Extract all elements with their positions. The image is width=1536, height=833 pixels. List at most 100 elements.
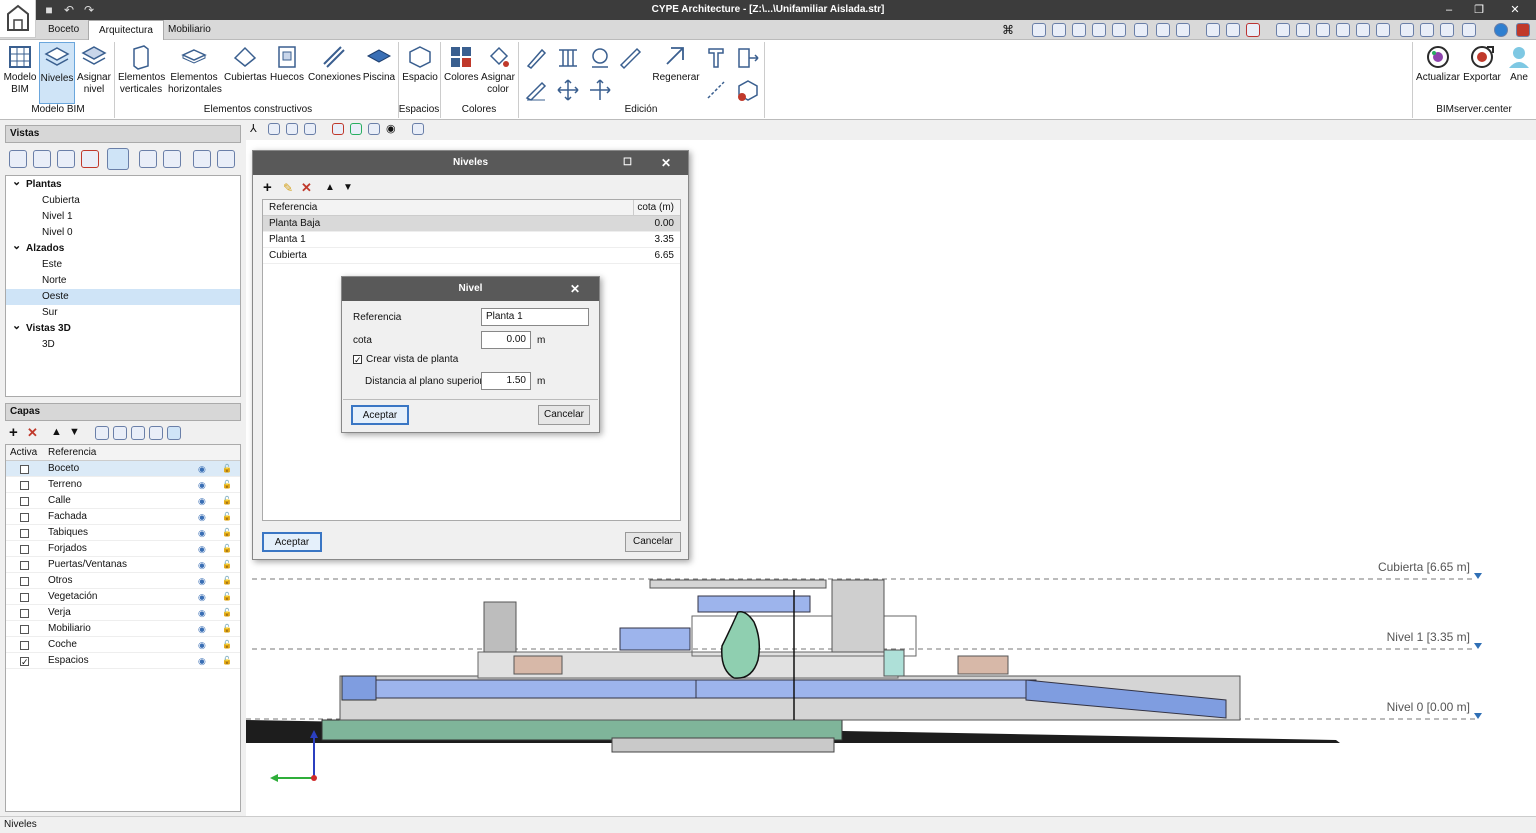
eye-icon[interactable]: ◉ [198, 509, 206, 525]
lock-icon[interactable]: 🔓 [222, 541, 232, 557]
tree-item[interactable]: Sur [6, 305, 240, 321]
asignar-color-button[interactable]: Asignar color [480, 42, 516, 104]
eye-icon[interactable]: ◉ [198, 653, 206, 669]
layer-row[interactable]: Puertas/Ventanas ◉ 🔓 [6, 557, 240, 573]
snap-icon[interactable] [1226, 23, 1240, 37]
lock-icon[interactable]: 🔓 [222, 573, 232, 589]
layer-row[interactable]: Verja ◉ 🔓 [6, 605, 240, 621]
nivel-cancelar-button[interactable]: Cancelar [538, 405, 590, 425]
layer-active-checkbox[interactable] [20, 561, 29, 570]
close-button[interactable]: ✕ [1500, 2, 1530, 18]
layer-active-checkbox[interactable] [20, 497, 29, 506]
lock-icon[interactable]: 🔓 [222, 621, 232, 637]
tree-item[interactable]: Este [6, 257, 240, 273]
table-grid-icon[interactable] [1296, 23, 1310, 37]
column-icon[interactable] [704, 46, 728, 70]
edit-level-icon[interactable]: ✎ [283, 181, 293, 195]
ruler-edit-icon[interactable] [618, 46, 642, 70]
keyboard-icon[interactable] [1336, 23, 1350, 37]
move-up-icon[interactable]: ▲ [51, 426, 62, 438]
level-row[interactable]: Planta 1 3.35 [263, 232, 680, 248]
lock-icon[interactable]: 🔓 [222, 461, 232, 477]
move-icon[interactable] [1156, 23, 1170, 37]
layer-filter-icon[interactable] [149, 426, 163, 440]
mirror-icon[interactable] [524, 78, 548, 102]
add-layer-icon[interactable]: + [9, 424, 18, 441]
layer-active-checkbox[interactable] [20, 513, 29, 522]
pencil-icon[interactable] [524, 46, 548, 70]
exportar-button[interactable]: Exportar [1462, 42, 1502, 104]
layout-icon[interactable] [1420, 23, 1434, 37]
cota-input[interactable]: 0.00 [481, 331, 531, 349]
niveles-cancelar-button[interactable]: Cancelar [625, 532, 681, 552]
dimension-icon[interactable] [1316, 23, 1330, 37]
camera-settings-icon[interactable] [163, 150, 181, 168]
eye-icon[interactable]: ◉ [198, 573, 206, 589]
minimize-button[interactable]: – [1434, 2, 1464, 18]
zoom-extents-icon[interactable] [1112, 23, 1126, 37]
layer-row[interactable]: Forjados ◉ 🔓 [6, 541, 240, 557]
tools-icon[interactable] [1462, 23, 1476, 37]
eye-icon[interactable]: ◉ [198, 589, 206, 605]
eye-icon[interactable]: ◉ [198, 525, 206, 541]
close-icon[interactable]: ✕ [570, 277, 580, 301]
layer-row[interactable]: Tabiques ◉ 🔓 [6, 525, 240, 541]
layer-row[interactable]: Terreno ◉ 🔓 [6, 477, 240, 493]
blue-grid-icon[interactable] [368, 123, 380, 135]
actualizar-button[interactable]: Actualizar [1416, 42, 1460, 104]
grid-icon[interactable] [1206, 23, 1220, 37]
layer-3d-icon[interactable] [167, 426, 181, 440]
layer-active-checkbox[interactable] [20, 625, 29, 634]
layer-grid-icon[interactable] [113, 426, 127, 440]
tree-group[interactable]: ⌄ Plantas [6, 174, 240, 193]
eye-icon[interactable]: ◉ [386, 122, 396, 135]
cubiertas-button[interactable]: Cubiertas [224, 42, 267, 104]
tree-item[interactable]: 3D [6, 337, 240, 353]
distancia-input[interactable]: 1.50 [481, 372, 531, 390]
copy-icon[interactable] [556, 46, 580, 70]
extend-icon[interactable] [736, 46, 760, 70]
modelo-bim-button[interactable]: Modelo BIM [2, 42, 38, 104]
tree-item[interactable]: Cubierta [6, 193, 240, 209]
tree-item[interactable]: Nivel 0 [6, 225, 240, 241]
section-edit-icon[interactable] [217, 150, 235, 168]
layer-row[interactable]: Boceto ◉ 🔓 [6, 461, 240, 477]
tree-item[interactable]: Norte [6, 273, 240, 289]
tab-mobiliario[interactable]: Mobiliario [158, 20, 221, 40]
conexiones-button[interactable]: Conexiones [308, 42, 361, 104]
chevron-down-icon[interactable]: ⌄ [12, 174, 21, 190]
edit-view-icon[interactable] [33, 150, 51, 168]
lock-icon[interactable]: 🔓 [222, 653, 232, 669]
section-icon[interactable] [193, 150, 211, 168]
select-mode-icon[interactable] [1276, 23, 1290, 37]
layer-row[interactable]: Vegetación ◉ 🔓 [6, 589, 240, 605]
piscina-button[interactable]: Piscina [362, 42, 396, 104]
elementos-horizontales-button[interactable]: Elementos horizontales [168, 42, 222, 104]
niveles-button[interactable]: Niveles [39, 42, 75, 104]
layer-active-checkbox[interactable] [20, 641, 29, 650]
view-orbit-icon[interactable] [1032, 23, 1046, 37]
delete-level-icon[interactable]: ✕ [301, 180, 312, 196]
close-icon[interactable]: ✕ [661, 151, 671, 175]
level-row[interactable]: Planta Baja 0.00 [263, 216, 680, 232]
huecos-button[interactable]: Huecos [268, 42, 306, 104]
delete-element-icon[interactable] [736, 78, 760, 102]
eye-icon[interactable]: ◉ [198, 461, 206, 477]
help-icon[interactable] [1400, 23, 1414, 37]
delete-layer-icon[interactable]: ✕ [27, 425, 38, 441]
tree-item[interactable]: Oeste [6, 289, 240, 305]
layer-row[interactable]: Calle ◉ 🔓 [6, 493, 240, 509]
lock-icon[interactable]: 🔓 [222, 589, 232, 605]
globe-icon[interactable] [1494, 23, 1508, 37]
orbit-icon[interactable] [304, 123, 316, 135]
redo-icon[interactable]: ↷ [82, 3, 96, 17]
ruler-icon[interactable] [1356, 23, 1370, 37]
eye-icon[interactable]: ◉ [198, 557, 206, 573]
eye-icon[interactable]: ◉ [198, 605, 206, 621]
elevation-view-icon[interactable] [107, 148, 129, 170]
lock-icon[interactable]: 🔓 [222, 525, 232, 541]
move-arrows-icon[interactable] [556, 78, 580, 102]
lock-icon[interactable]: 🔓 [222, 493, 232, 509]
save-icon[interactable]: ■ [42, 3, 56, 17]
copy-view-icon[interactable] [57, 150, 75, 168]
